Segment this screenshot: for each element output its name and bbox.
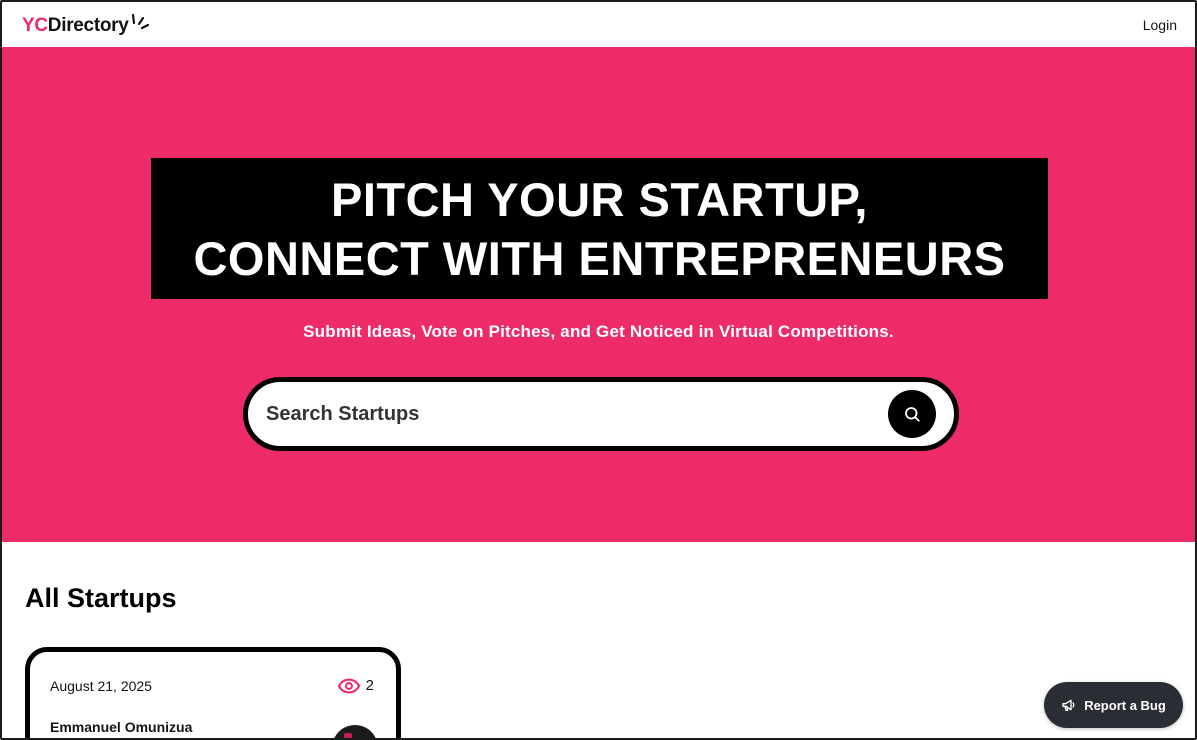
logo-prefix: YC — [22, 14, 48, 36]
startup-views: 2 — [337, 677, 374, 694]
hero-section: PITCH YOUR STARTUP, CONNECT WITH ENTREPR… — [2, 47, 1195, 542]
views-count: 2 — [365, 677, 374, 694]
author-avatar[interactable] — [332, 725, 378, 738]
logo[interactable]: YC Directory — [22, 13, 150, 37]
startup-card[interactable]: August 21, 2025 2 Emmanuel Omunizua — [25, 647, 401, 738]
search-input[interactable] — [266, 402, 826, 426]
search-form — [243, 377, 959, 451]
startup-author[interactable]: Emmanuel Omunizua — [50, 719, 192, 735]
report-bug-button[interactable]: Report a Bug — [1044, 682, 1183, 728]
eye-icon — [337, 678, 360, 693]
logo-spark-icon — [131, 13, 149, 29]
megaphone-icon — [1062, 699, 1075, 711]
search-icon — [905, 407, 920, 422]
headline-line-1: PITCH YOUR STARTUP, — [330, 172, 868, 226]
startup-date: August 21, 2025 — [50, 678, 152, 694]
navbar: YC Directory Login — [2, 2, 1195, 47]
report-bug-label: Report a Bug — [1084, 697, 1166, 713]
search-button[interactable] — [888, 390, 936, 438]
login-link[interactable]: Login — [1143, 17, 1177, 33]
logo-text: Directory — [47, 14, 129, 36]
headline-line-2: CONNECT WITH ENTREPRENEURS — [193, 231, 1006, 285]
avatar-accent — [344, 733, 352, 738]
app-frame: YC Directory Login PITCH YOUR STARTUP, CO… — [0, 0, 1197, 740]
hero-subtitle: Submit Ideas, Vote on Pitches, and Get N… — [303, 322, 894, 341]
headline-box: PITCH YOUR STARTUP, CONNECT WITH ENTREPR… — [151, 158, 1048, 299]
section-title: All Startups — [25, 583, 177, 613]
